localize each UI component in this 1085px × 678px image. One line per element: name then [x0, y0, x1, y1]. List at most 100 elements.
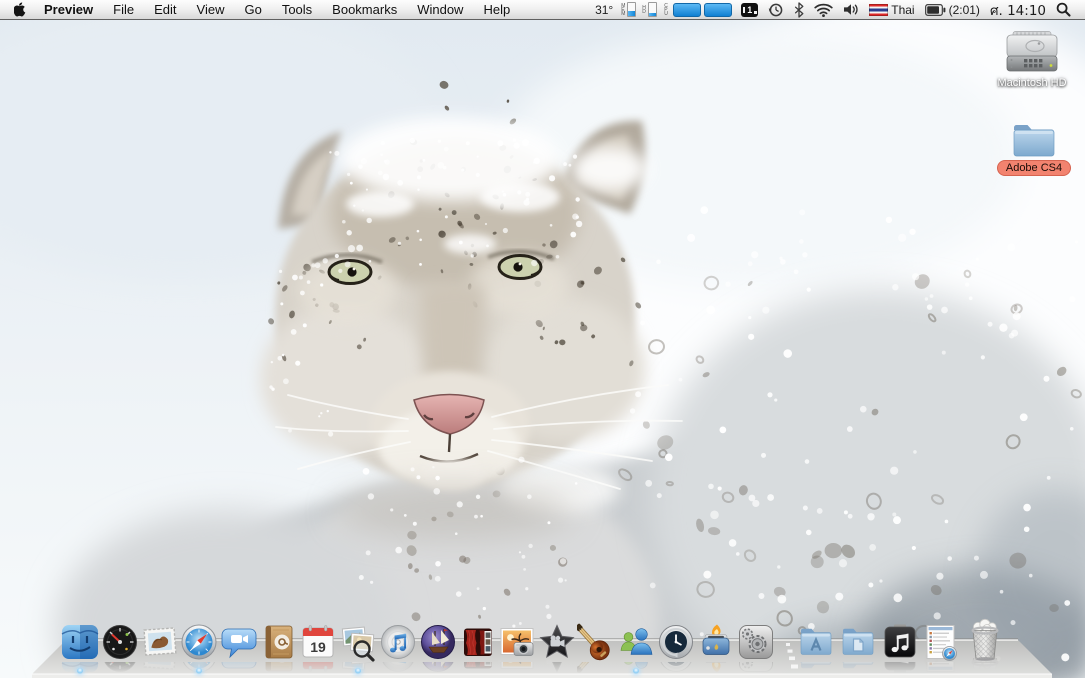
dock-item-mail[interactable] [140, 622, 180, 670]
galleon-ship-icon [421, 625, 455, 659]
messenger-icon [620, 628, 653, 655]
desktop-icon-label: Macintosh HD [997, 77, 1067, 89]
documents-folder-icon [842, 628, 874, 655]
bluetooth-icon [795, 1, 804, 18]
apple-menu[interactable] [0, 0, 34, 19]
disk-meter-label: HD [642, 4, 646, 15]
cpu-meter-label: CPU [664, 2, 668, 17]
spaces-menu[interactable]: 1 [736, 0, 763, 19]
preview-icon [341, 626, 375, 662]
leopard-right-eye [497, 254, 543, 280]
thai-flag-icon [869, 3, 889, 16]
bluetooth-menu[interactable] [789, 0, 809, 19]
spotlight-menu[interactable] [1051, 0, 1085, 19]
menu-view[interactable]: View [187, 0, 235, 19]
safari-icon [181, 624, 217, 660]
input-source-label: Thai [891, 2, 915, 17]
ical-icon: 19 [302, 625, 334, 658]
dock-item-imovie[interactable] [537, 622, 577, 673]
finder-icon [61, 625, 99, 659]
dock-item-system-preferences[interactable] [736, 622, 776, 672]
hard-drive-icon [1006, 31, 1058, 72]
dock-item-messenger[interactable] [616, 622, 656, 674]
input-source-menu[interactable]: Thai [864, 0, 919, 19]
dock-item-address-book[interactable] [259, 622, 299, 672]
applications-folder-icon [800, 628, 832, 655]
dock: 19 19 [0, 618, 1085, 678]
cpu-bar-1 [673, 2, 702, 17]
battery-menu[interactable]: (2:01) [920, 0, 985, 19]
dock-item-trash[interactable] [963, 618, 1007, 671]
cpu-bar-2 [704, 2, 733, 17]
battery-time-label: (2:01) [948, 2, 980, 17]
menu-bar-left: Preview File Edit View Go Tools Bookmark… [0, 0, 520, 19]
dock-item-finder[interactable] [60, 622, 100, 674]
time-machine-menu[interactable] [763, 0, 789, 19]
clock-menu[interactable]: ศ. 14:10 [985, 0, 1051, 19]
ical-date: 19 [310, 639, 326, 655]
memory-meter-bar [627, 2, 637, 17]
volume-menu[interactable] [838, 0, 864, 19]
desktop-icon-label-highlighted: Adobe CS4 [996, 160, 1072, 176]
spaces-number: 1 [747, 4, 753, 15]
snow-leopard-desktop: { "menu_bar": { "apple_icon": "apple-log… [0, 0, 1085, 678]
menu-edit[interactable]: Edit [144, 0, 186, 19]
desktop-icon-macintosh-hd[interactable]: Macintosh HD [984, 30, 1080, 89]
app-menu-preview[interactable]: Preview [34, 0, 103, 19]
menu-window[interactable]: Window [407, 0, 473, 19]
dock-item-ical[interactable]: 19 19 [298, 622, 338, 672]
dock-item-ichat[interactable] [219, 622, 259, 669]
cpu-meter[interactable]: CPU [660, 0, 736, 19]
time-machine-icon [769, 3, 783, 16]
garageband-icon [577, 623, 610, 661]
menu-file[interactable]: File [103, 0, 144, 19]
dashboard-icon [103, 625, 137, 659]
menu-bar: Preview File Edit View Go Tools Bookmark… [0, 0, 1085, 20]
battery-icon [924, 3, 945, 16]
snow-leopard-wallpaper [0, 19, 1085, 678]
itunes-icon [381, 625, 415, 659]
wifi-icon [814, 3, 833, 17]
disk-meter[interactable]: HD [639, 0, 660, 19]
dock-item-photo-booth[interactable] [458, 622, 498, 669]
memory-meter-label: MEM [621, 2, 626, 17]
dock-item-web-page[interactable] [921, 622, 961, 672]
address-book-icon [265, 625, 293, 659]
dock-item-galleon-ship-app[interactable] [418, 622, 458, 672]
web-page-icon [926, 625, 957, 661]
music-file-icon [884, 624, 916, 658]
disk-meter-bar [648, 2, 658, 17]
trash-full-icon [971, 618, 999, 661]
temperature-status[interactable]: 31° [590, 0, 618, 19]
imovie-icon [539, 624, 575, 659]
dock-item-safari[interactable] [179, 622, 219, 674]
iphoto-icon [500, 628, 534, 656]
dock-item-itunes[interactable] [378, 622, 418, 672]
spaces-icon: 1 [741, 2, 759, 17]
wifi-menu[interactable] [809, 0, 838, 19]
system-preferences-icon [739, 625, 773, 659]
desktop-icon-adobe-cs4[interactable]: Adobe CS4 [986, 117, 1082, 176]
menu-bookmarks[interactable]: Bookmarks [322, 0, 407, 19]
time-machine-dock-icon [659, 625, 693, 659]
dock-item-music-file[interactable] [880, 622, 920, 673]
dock-item-preview[interactable] [338, 622, 378, 674]
blue-folder-icon [1013, 125, 1055, 157]
mail-icon [143, 627, 177, 656]
spotlight-icon [1056, 2, 1071, 17]
photo-booth-icon [464, 628, 492, 656]
memory-meter[interactable]: MEM [618, 0, 639, 19]
dock-item-documents-folder[interactable] [838, 622, 878, 669]
menu-help[interactable]: Help [473, 0, 520, 19]
menu-go[interactable]: Go [234, 0, 271, 19]
volume-icon [844, 4, 858, 15]
dock-item-applications-folder[interactable] [796, 622, 836, 669]
ichat-icon [221, 628, 257, 659]
apple-logo-icon [14, 2, 26, 17]
dock-item-garageband[interactable] [577, 622, 617, 674]
dock-item-toast[interactable] [696, 622, 736, 673]
dock-item-iphoto[interactable] [497, 622, 537, 669]
menu-tools[interactable]: Tools [272, 0, 322, 19]
dock-item-time-machine[interactable] [656, 622, 696, 672]
dock-item-dashboard[interactable] [100, 622, 140, 672]
